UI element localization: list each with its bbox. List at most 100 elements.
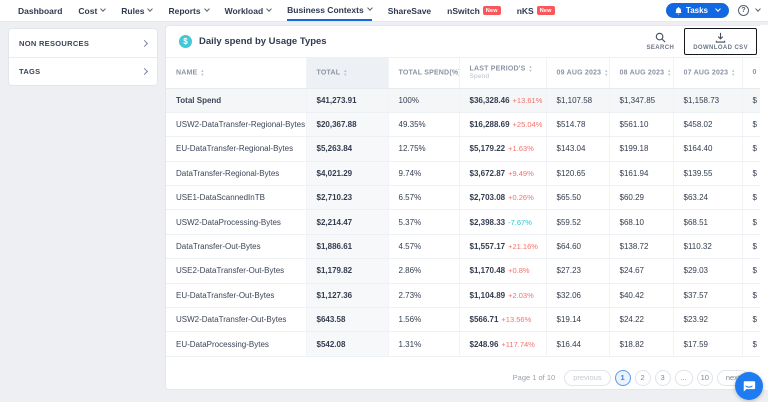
spend-table-body: Total Spend $41,273.91 100% $36,328.46 +13.6… — [166, 88, 767, 357]
cell-last-period: $1,104.89 +2.03% — [459, 283, 547, 309]
cell-name: USW2-DataTransfer-Regional-Bytes — [166, 112, 307, 138]
cell-last-period: $36,328.46 +13.61% — [459, 88, 547, 113]
change-badge: +117.74% — [501, 339, 535, 349]
table-row-eu-datatransfer-regional-bytes[interactable]: EU-DataTransfer-Regional-Bytes $5,263.84 1… — [166, 136, 767, 162]
table-row-eu-dataprocessing-bytes[interactable]: EU-DataProcessing-Bytes $542.08 1.31% $248.… — [166, 331, 767, 357]
nav-item-nswitch[interactable]: nSwitch New — [447, 0, 501, 21]
nav-item-workload[interactable]: Workload — [225, 0, 272, 21]
table-header-row: NAME▲▼TOTAL▲▼TOTAL SPEND(%)▲▼LAST PERIOD… — [166, 58, 767, 89]
pagination-ellipsis[interactable]: ... — [674, 369, 693, 386]
toolbar: SEARCH DOWNLOAD CSV — [646, 28, 757, 55]
cell-day-value: $138.72 — [609, 234, 674, 260]
cell-total-spend-pct: 6.57% — [388, 185, 460, 211]
column-header-09-aug-2023[interactable]: 09 AUG 2023 ▲ ▼ — [546, 58, 610, 89]
chevron-down-icon — [147, 6, 154, 12]
nav-item-label: ShareSave — [387, 5, 432, 16]
table-row-usw2-datatransfer-regional-bytes[interactable]: USW2-DataTransfer-Regional-Bytes $20,367.… — [166, 112, 767, 138]
cell-name: EU-DataTransfer-Regional-Bytes — [166, 136, 307, 162]
help-menu[interactable]: ? — [738, 5, 761, 16]
table-row-usw2-dataprocessing-bytes[interactable]: USW2-DataProcessing-Bytes $2,214.47 5.37% $… — [166, 209, 767, 235]
nav-item-label: Dashboard — [18, 5, 63, 16]
change-badge: +21.16% — [508, 242, 538, 252]
cell-name: USW2-DataTransfer-Out-Bytes — [166, 307, 307, 333]
chevron-right-icon — [140, 39, 149, 47]
table-row-eu-datatransfer-out-bytes[interactable]: EU-DataTransfer-Out-Bytes $1,127.36 2.73% $… — [166, 283, 767, 309]
nav-item-sharesave[interactable]: ShareSave — [388, 0, 431, 21]
nav-item-business-contexts[interactable]: Business Contexts — [287, 0, 373, 21]
search-icon — [655, 32, 666, 43]
table-row-use2-datatransfer-out-bytes[interactable]: USE2-DataTransfer-Out-Bytes $1,179.82 2.86… — [166, 258, 767, 284]
search-button[interactable]: SEARCH — [646, 32, 674, 51]
nav-item-reports[interactable]: Reports — [168, 0, 210, 21]
cell-last-period: $2,398.33 -7.67% — [459, 209, 547, 235]
cell-day-value: $199.18 — [609, 136, 674, 162]
cell-total: $2,214.47 — [306, 209, 389, 235]
nav-item-dashboard[interactable]: Dashboard — [18, 0, 62, 21]
column-header-07-aug-2023[interactable]: 07 AUG 2023 ▲ ▼ — [673, 58, 743, 89]
pagination-page-1[interactable]: 1 — [614, 369, 631, 386]
download-csv-label: DOWNLOAD CSV — [693, 45, 748, 51]
cell-last-period: $1,170.48 +0.8% — [459, 258, 547, 284]
table-row-datatransfer-out-bytes[interactable]: DataTransfer-Out-Bytes $1,886.61 4.57% $1,5… — [166, 234, 767, 260]
new-badge: New — [536, 6, 555, 15]
cell-day-value: $1,347.85 — [609, 88, 674, 113]
pagination-page-10[interactable]: 10 — [696, 369, 713, 386]
cell-day-value: $63.24 — [673, 185, 743, 211]
nav-item-rules[interactable]: Rules — [121, 0, 154, 21]
cell-name: EU-DataTransfer-Out-Bytes — [166, 283, 307, 309]
chevron-down-icon — [715, 6, 721, 12]
cell-total: $4,021.29 — [306, 161, 389, 187]
pagination-page-2[interactable]: 2 — [634, 369, 651, 386]
column-header-total-spend[interactable]: TOTAL SPEND(%)▲▼ — [388, 58, 460, 89]
pagination-page-3[interactable]: 3 — [654, 369, 671, 386]
download-icon — [715, 32, 726, 43]
cell-day-value: $59.52 — [546, 209, 610, 235]
scrollbar-gutter — [760, 25, 768, 390]
cell-day-value: $17.59 — [673, 331, 743, 357]
sort-icon: ▲ ▼ — [528, 64, 533, 73]
table-row-usw2-datatransfer-out-bytes[interactable]: USW2-DataTransfer-Out-Bytes $643.58 1.56% $… — [166, 307, 767, 333]
pagination-prev[interactable]: previous — [564, 369, 611, 386]
cell-total-spend-pct: 5.37% — [388, 209, 460, 235]
cell-last-period: $3,672.87 +9.49% — [459, 161, 547, 187]
cell-total: $20,367.88 — [306, 112, 389, 138]
tasks-label: Tasks — [685, 6, 708, 15]
cell-day-value: $164.40 — [673, 136, 743, 162]
cell-total: $5,263.84 — [306, 136, 389, 162]
sidebar-item-label: NON RESOURCES — [19, 38, 90, 48]
cell-total: $41,273.91 — [306, 88, 389, 113]
cell-day-value: $40.42 — [609, 283, 674, 309]
cell-day-value: $139.55 — [673, 161, 743, 187]
cell-name: DataTransfer-Regional-Bytes — [166, 161, 307, 187]
nav-item-nks[interactable]: nKS New — [517, 0, 555, 21]
sidebar-item-label: TAGS — [19, 67, 41, 76]
column-header-total[interactable]: TOTAL ▲ ▼ — [306, 58, 389, 89]
nav-item-label: Cost — [78, 5, 98, 16]
table-row-datatransfer-regional-bytes[interactable]: DataTransfer-Regional-Bytes $4,021.29 9.74… — [166, 161, 767, 187]
nav-item-cost[interactable]: Cost — [78, 0, 107, 21]
cell-day-value: $24.67 — [609, 258, 674, 284]
table-row-use1-datascannedintb[interactable]: USE1-DataScannedInTB $2,710.23 6.57% $2,703… — [166, 185, 767, 211]
sidebar-item-tags[interactable]: TAGS — [9, 57, 157, 85]
cell-total-spend-pct: 2.73% — [388, 283, 460, 309]
tasks-button[interactable]: Tasks — [665, 3, 729, 18]
sidebar-item-non-resources[interactable]: NON RESOURCES — [9, 29, 157, 57]
cell-name: USE1-DataScannedInTB — [166, 185, 307, 211]
cell-day-value: $23.92 — [673, 307, 743, 333]
download-csv-button[interactable]: DOWNLOAD CSV — [684, 28, 757, 55]
cell-total-spend-pct: 1.56% — [388, 307, 460, 333]
cell-name: USE2-DataTransfer-Out-Bytes — [166, 258, 307, 284]
cell-day-value: $37.57 — [673, 283, 743, 309]
chat-widget-button[interactable] — [735, 372, 763, 400]
cell-total-spend-pct: 49.35% — [388, 112, 460, 138]
table-row-total-spend[interactable]: Total Spend $41,273.91 100% $36,328.46 +13.6… — [166, 88, 767, 113]
cell-total-spend-pct: 9.74% — [388, 161, 460, 187]
cell-last-period: $566.71 +13.56% — [459, 307, 547, 333]
cell-total-spend-pct: 12.75% — [388, 136, 460, 162]
column-header-08-aug-2023[interactable]: 08 AUG 2023 ▲ ▼ — [609, 58, 674, 89]
cell-day-value: $19.14 — [546, 307, 610, 333]
cell-day-value: $24.22 — [609, 307, 674, 333]
nav-items: Dashboard Cost Rules Reports Workload Busines… — [18, 0, 555, 21]
column-header-last-period-s[interactable]: LAST PERIOD'S ▲ ▼ Spend — [459, 58, 547, 89]
column-header-name[interactable]: NAME ▲ ▼ — [166, 58, 307, 89]
